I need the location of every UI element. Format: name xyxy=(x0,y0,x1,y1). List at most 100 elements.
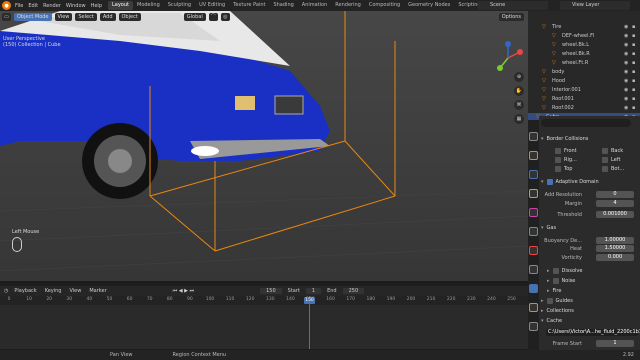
mode-selector[interactable]: Object Mode xyxy=(14,12,52,21)
camera-view-icon[interactable]: ⌘ xyxy=(514,100,524,110)
tab-animation[interactable]: Animation xyxy=(298,1,332,10)
visibility-eye-icon[interactable]: ◉ xyxy=(624,51,630,57)
tab-geometry-nodes[interactable]: Geometry Nodes xyxy=(404,1,454,10)
properties-tab-icon[interactable] xyxy=(529,227,538,236)
properties-tab-icon[interactable] xyxy=(529,284,538,293)
viewport-menu-object[interactable]: Object xyxy=(118,12,141,21)
tab-uv-editing[interactable]: UV Editing xyxy=(195,1,229,10)
properties-tab-icon[interactable] xyxy=(529,132,538,141)
options-button[interactable]: Options xyxy=(498,12,524,21)
timeline-menu-view[interactable]: View xyxy=(69,288,81,294)
cache-section[interactable]: ▾ Cache xyxy=(541,317,638,325)
zoom-icon[interactable]: ⊕ xyxy=(514,72,524,82)
properties-tab-icon[interactable] xyxy=(529,170,538,179)
3d-viewport[interactable] xyxy=(0,11,528,281)
render-camera-icon[interactable]: ▪ xyxy=(632,96,638,102)
check-front-back[interactable]: Front Back xyxy=(541,147,638,155)
timeline-menu-playback[interactable]: Playback xyxy=(14,288,36,294)
properties-tab-icon[interactable] xyxy=(529,208,538,217)
clock-icon[interactable]: ◷ xyxy=(4,288,8,294)
outliner-item[interactable]: Hood ▽ ◉ ▪ xyxy=(528,77,640,85)
noise-section[interactable]: ▸ Noise xyxy=(541,277,638,285)
outliner-item[interactable]: wheel.Bk.L ▽ ◉ ▪ xyxy=(528,41,640,49)
tab-texture-paint[interactable]: Texture Paint xyxy=(229,1,269,10)
border-collisions-section[interactable]: ▾ Border Collisions xyxy=(541,135,638,143)
buoyancy-row[interactable]: Buoyancy De... 1.00000 xyxy=(541,237,638,245)
outliner-item[interactable]: Interior.001 ▽ ◉ ▪ xyxy=(528,86,640,94)
margin-row[interactable]: Margin 4 xyxy=(541,200,638,208)
outliner-item[interactable]: wheel.Ft.R ▽ ◉ ▪ xyxy=(528,59,640,67)
render-camera-icon[interactable]: ▪ xyxy=(632,87,638,93)
fire-section[interactable]: ▸ Fire xyxy=(541,287,638,295)
render-camera-icon[interactable]: ▪ xyxy=(632,24,638,30)
view-layer-selector[interactable]: View Layer xyxy=(560,1,630,10)
render-camera-icon[interactable]: ▪ xyxy=(632,69,638,75)
visibility-eye-icon[interactable]: ◉ xyxy=(624,96,630,102)
outliner-item[interactable]: wheel.Bk.R ▽ ◉ ▪ xyxy=(528,50,640,58)
proportional-edit-icon[interactable]: ◎ xyxy=(220,12,230,21)
outliner-item[interactable]: Tire ▽ ◉ ▪ xyxy=(528,23,640,31)
properties-tab-icon[interactable] xyxy=(529,303,538,312)
visibility-eye-icon[interactable]: ◉ xyxy=(624,24,630,30)
scene-selector[interactable]: Scene xyxy=(478,1,548,10)
visibility-eye-icon[interactable]: ◉ xyxy=(624,42,630,48)
visibility-eye-icon[interactable]: ◉ xyxy=(624,33,630,39)
properties-tab-icon[interactable] xyxy=(529,246,538,255)
threshold-row[interactable]: Threshold 0.001000 xyxy=(541,211,638,219)
timeline-ruler[interactable]: 0 10 20 30 40 50 60 70 80 90 100 110 120 130 140 150 160… xyxy=(0,296,528,305)
check-right-left[interactable]: Rig... Left xyxy=(541,156,638,164)
render-camera-icon[interactable]: ▪ xyxy=(632,33,638,39)
tab-layout[interactable]: Layout xyxy=(108,1,133,10)
navigation-gizmo[interactable] xyxy=(490,40,526,76)
tab-shading[interactable]: Shading xyxy=(269,1,297,10)
properties-tab-icon[interactable] xyxy=(529,151,538,160)
heat-row[interactable]: Heat 1.50000 xyxy=(541,245,638,253)
start-field[interactable]: 1 xyxy=(305,288,322,294)
blender-logo-icon[interactable]: ● xyxy=(2,1,11,10)
outliner-item[interactable]: DEF-wheel.Fl ▽ ◉ ▪ xyxy=(528,32,640,40)
playback-controls[interactable]: ⏮ ◀ ▶ ⏭ xyxy=(173,288,194,294)
ortho-grid-icon[interactable]: ▦ xyxy=(514,114,524,124)
menu-window[interactable]: Window xyxy=(66,3,86,9)
outliner-item[interactable]: Roof.002 ▽ ◉ ▪ xyxy=(528,104,640,112)
visibility-eye-icon[interactable]: ◉ xyxy=(624,87,630,93)
outliner-item[interactable]: body ▽ ◉ ▪ xyxy=(528,68,640,76)
properties-tab-icon[interactable] xyxy=(529,189,538,198)
add-resolution-row[interactable]: Add Resolution 0 xyxy=(541,191,638,199)
check-top-bottom[interactable]: Top Bot... xyxy=(541,165,638,173)
properties-tab-icon[interactable] xyxy=(529,322,538,331)
dissolve-section[interactable]: ▸ Dissolve xyxy=(541,267,638,275)
render-camera-icon[interactable]: ▪ xyxy=(632,78,638,84)
menu-help[interactable]: Help xyxy=(91,3,102,9)
select-box-icon[interactable]: ▭ xyxy=(2,12,11,21)
cache-path-row[interactable]: C:\Users\Victor\A...he_fluid_2200c1b1 xyxy=(541,329,640,337)
outliner-item[interactable]: Roof.001 ▽ ◉ ▪ xyxy=(528,95,640,103)
menu-edit[interactable]: Edit xyxy=(28,3,38,9)
outliner[interactable]: Tire ▽ ◉ ▪ DEF-wheel.Fl ▽ ◉ ▪ wheel.Bk.L ▽ ◉ ▪ wheel… xyxy=(528,11,640,121)
viewport-menu-select[interactable]: Select xyxy=(75,12,97,21)
render-camera-icon[interactable]: ▪ xyxy=(632,105,638,111)
properties-search[interactable] xyxy=(541,119,631,127)
viewport-menu-view[interactable]: View xyxy=(54,12,73,21)
adaptive-domain-section[interactable]: ▾ Adaptive Domain xyxy=(541,178,638,186)
visibility-eye-icon[interactable]: ◉ xyxy=(624,69,630,75)
properties-tab-icon[interactable] xyxy=(529,265,538,274)
frame-start-row[interactable]: Frame Start 1 xyxy=(541,340,638,348)
visibility-eye-icon[interactable]: ◉ xyxy=(624,60,630,66)
snap-icon[interactable]: ⌒ xyxy=(208,12,218,21)
visibility-eye-icon[interactable]: ◉ xyxy=(624,78,630,84)
tab-sculpting[interactable]: Sculpting xyxy=(164,1,195,10)
render-camera-icon[interactable]: ▪ xyxy=(632,60,638,66)
gas-section[interactable]: ▾ Gas xyxy=(541,224,638,232)
menu-file[interactable]: File xyxy=(15,3,23,9)
viewport-menu-add[interactable]: Add xyxy=(99,12,116,21)
tab-modeling[interactable]: Modeling xyxy=(133,1,164,10)
transform-orientation[interactable]: Global xyxy=(183,12,206,21)
render-camera-icon[interactable]: ▪ xyxy=(632,51,638,57)
menu-render[interactable]: Render xyxy=(43,3,61,9)
guides-section[interactable]: ▸ Guides xyxy=(541,297,638,305)
tab-rendering[interactable]: Rendering xyxy=(331,1,365,10)
vorticity-row[interactable]: Vorticity 0.000 xyxy=(541,254,638,262)
playhead-frame[interactable]: 150 xyxy=(304,297,315,304)
timeline-menu-marker[interactable]: Marker xyxy=(89,288,106,294)
